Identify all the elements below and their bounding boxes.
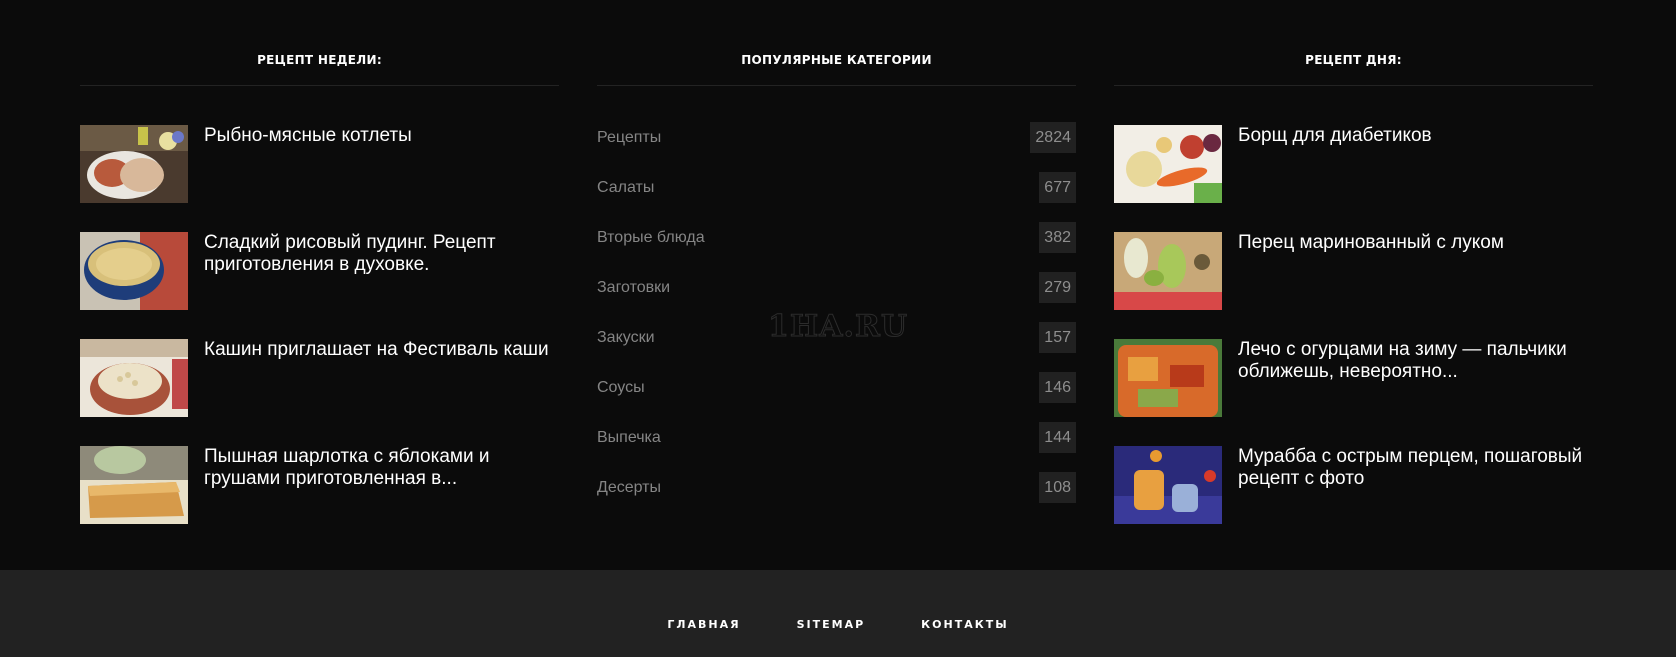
category-item: Выпечка 144 — [597, 422, 1076, 472]
post-item: Лечо с огурцами на зиму — пальчики оближ… — [1114, 339, 1593, 419]
site-footer: ГЛАВНАЯ SITEMAP КОНТАКТЫ — [0, 570, 1676, 657]
post-thumbnail[interactable] — [80, 232, 188, 310]
post-thumbnail[interactable] — [1114, 232, 1222, 310]
post-item: Сладкий рисовый пудинг. Рецепт приготовл… — [80, 232, 559, 312]
charlotte-pie-image — [80, 446, 188, 524]
category-link[interactable]: Закуски — [597, 329, 655, 347]
widget-title: РЕЦЕПТ ДНЯ: — [1114, 0, 1593, 86]
post-item: Мурабба с острым перцем, пошаговый рецеп… — [1114, 446, 1593, 526]
category-link[interactable]: Соусы — [597, 379, 645, 397]
post-thumbnail[interactable] — [1114, 446, 1222, 524]
category-item: Соусы 146 — [597, 372, 1076, 422]
post-title-link[interactable]: Рыбно-мясные котлеты — [204, 125, 559, 147]
post-title-link[interactable]: Перец маринованный с луком — [1238, 232, 1593, 254]
post-thumbnail[interactable] — [80, 446, 188, 524]
murabba-jam-image — [1114, 446, 1222, 524]
rice-pudding-image — [80, 232, 188, 310]
category-item: Салаты 677 — [597, 172, 1076, 222]
footer-link-home[interactable]: ГЛАВНАЯ — [667, 618, 740, 631]
category-count-badge: 677 — [1039, 172, 1076, 203]
post-title-link[interactable]: Сладкий рисовый пудинг. Рецепт приготовл… — [204, 232, 559, 276]
post-item: Пышная шарлотка с яблоками и грушами при… — [80, 446, 559, 526]
category-link[interactable]: Десерты — [597, 479, 661, 497]
marinated-pepper-image — [1114, 232, 1222, 310]
footer-link-contacts[interactable]: КОНТАКТЫ — [921, 618, 1008, 631]
category-count-badge: 279 — [1039, 272, 1076, 303]
footer-link-sitemap[interactable]: SITEMAP — [797, 618, 866, 631]
footer-navigation: ГЛАВНАЯ SITEMAP КОНТАКТЫ — [0, 618, 1676, 631]
post-item: Перец маринованный с луком — [1114, 232, 1593, 312]
post-thumbnail[interactable] — [80, 125, 188, 203]
category-link[interactable]: Вторые блюда — [597, 229, 705, 247]
post-thumbnail[interactable] — [1114, 339, 1222, 417]
category-item: Рецепты 2824 — [597, 122, 1076, 172]
category-item: Вторые блюда 382 — [597, 222, 1076, 272]
recipe-of-week-widget: РЕЦЕПТ НЕДЕЛИ: Рыбно-мясные котлеты Слад… — [80, 0, 559, 524]
category-count-badge: 144 — [1039, 422, 1076, 453]
post-item: Кашин приглашает на Фестиваль каши — [80, 339, 559, 419]
category-count-badge: 108 — [1039, 472, 1076, 503]
category-count-badge: 2824 — [1030, 122, 1076, 153]
footer-widgets-area: РЕЦЕПТ НЕДЕЛИ: Рыбно-мясные котлеты Слад… — [0, 0, 1676, 570]
widget-title: РЕЦЕПТ НЕДЕЛИ: — [80, 0, 559, 86]
category-link[interactable]: Выпечка — [597, 429, 661, 447]
category-count-badge: 157 — [1039, 322, 1076, 353]
site-watermark: 1HA.RU — [767, 309, 909, 345]
borscht-vegetables-image — [1114, 125, 1222, 203]
category-count-badge: 146 — [1039, 372, 1076, 403]
post-item: Рыбно-мясные котлеты — [80, 125, 559, 205]
post-thumbnail[interactable] — [1114, 125, 1222, 203]
category-link[interactable]: Заготовки — [597, 279, 670, 297]
post-thumbnail[interactable] — [80, 339, 188, 417]
post-title-link[interactable]: Пышная шарлотка с яблоками и грушами при… — [204, 446, 559, 490]
widget-title: ПОПУЛЯРНЫЕ КАТЕГОРИИ — [597, 0, 1076, 86]
lecho-jar-image — [1114, 339, 1222, 417]
category-link[interactable]: Рецепты — [597, 129, 661, 147]
post-title-link[interactable]: Мурабба с острым перцем, пошаговый рецеп… — [1238, 446, 1593, 490]
fish-cutlets-image — [80, 125, 188, 203]
post-item: Борщ для диабетиков — [1114, 125, 1593, 205]
porridge-festival-image — [80, 339, 188, 417]
popular-categories-widget: ПОПУЛЯРНЫЕ КАТЕГОРИИ Рецепты 2824 Салаты… — [597, 0, 1076, 503]
category-item: Десерты 108 — [597, 472, 1076, 522]
category-link[interactable]: Салаты — [597, 179, 654, 197]
post-title-link[interactable]: Лечо с огурцами на зиму — пальчики оближ… — [1238, 339, 1593, 383]
post-title-link[interactable]: Кашин приглашает на Фестиваль каши — [204, 339, 559, 361]
category-count-badge: 382 — [1039, 222, 1076, 253]
recipe-of-day-widget: РЕЦЕПТ ДНЯ: Борщ для диабетиков Перец ма… — [1114, 0, 1593, 524]
post-title-link[interactable]: Борщ для диабетиков — [1238, 125, 1593, 147]
